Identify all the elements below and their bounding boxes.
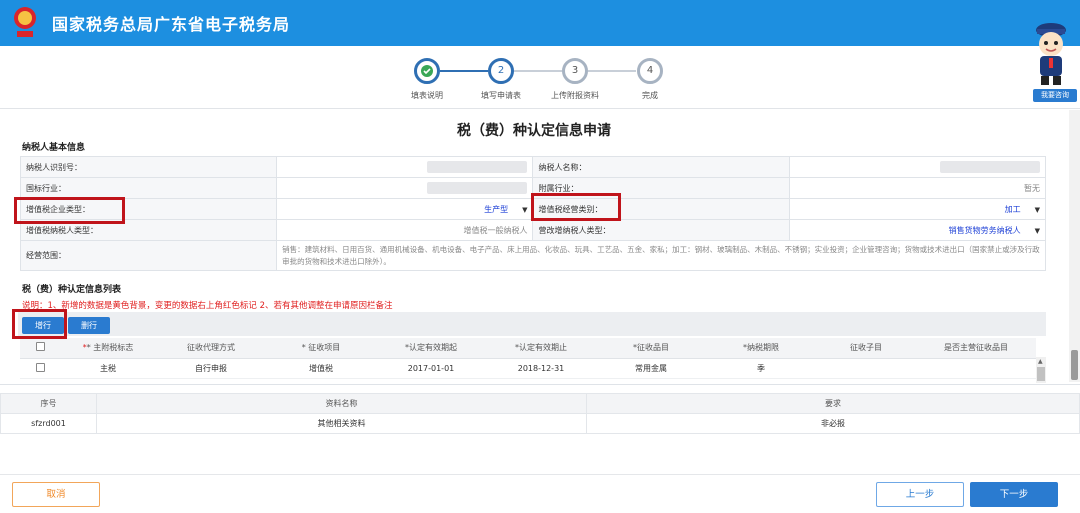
grid-toolbar: 增行 删行 xyxy=(18,312,1046,336)
page-scrollbar[interactable] xyxy=(1069,110,1080,382)
grid-cell[interactable]: 主税 xyxy=(60,358,156,379)
redacted-value xyxy=(940,161,1040,173)
list-section-title: 税（费）种认定信息列表 xyxy=(22,285,122,295)
grid-cell[interactable]: 自行申报 xyxy=(156,358,266,379)
ygz-taxpayer-type-select[interactable]: 销售货物劳务纳税人 ▼ xyxy=(788,219,1047,241)
scope-value: 销售：建筑材料、日用百货、通用机械设备、机电设备、电子产品、床上用品、化妆品、玩… xyxy=(276,240,1046,271)
grid-header: *纳税期限 xyxy=(706,338,816,359)
attachments-cell: 其他相关资料 xyxy=(96,413,587,434)
vat-business-category-select[interactable]: 加工 ▼ xyxy=(788,198,1047,220)
select-all-checkbox[interactable] xyxy=(35,342,45,352)
scroll-up-icon[interactable]: ▲ xyxy=(1038,358,1043,365)
highlight-box xyxy=(531,193,621,221)
redacted-value xyxy=(427,182,528,194)
row-select-cell[interactable] xyxy=(20,358,60,379)
grid-header: ** 主附税标志 xyxy=(60,338,156,359)
taxpayer-name-label: 纳税人名称： xyxy=(532,156,790,178)
table-row[interactable]: 主税 自行申报 增值税 2017-01-01 2018-12-31 常用金属 季 xyxy=(20,358,1036,379)
grid-scrollbar[interactable]: ▲ xyxy=(1036,357,1046,383)
dropdown-arrow-icon[interactable]: ▼ xyxy=(1035,206,1040,214)
ygz-taxpayer-type-value: 销售货物劳务纳税人 xyxy=(948,225,1021,235)
grid-header: 征收子目 xyxy=(816,338,916,359)
ygz-taxpayer-type-label: 营改增纳税人类型： xyxy=(532,219,790,241)
highlight-box xyxy=(12,309,67,339)
industry-label: 国标行业： xyxy=(19,177,278,199)
grid-header: * 征收项目 xyxy=(266,338,376,359)
basic-info-section-title: 纳税人基本信息 xyxy=(22,143,86,153)
grid-cell[interactable]: 季 xyxy=(706,358,816,379)
grid-header: 是否主营征收品目 xyxy=(916,338,1036,359)
top-bar: 国家税务总局广东省电子税务局 xyxy=(0,0,1080,46)
cancel-button[interactable]: 取消 xyxy=(12,482,100,507)
vat-business-category-value: 加工 xyxy=(1004,204,1021,214)
site-title: 国家税务总局广东省电子税务局 xyxy=(52,15,291,34)
sub-industry-value: 暂无 xyxy=(788,177,1047,199)
form-panel: 税（费）种认定信息申请 纳税人基本信息 纳税人识别号： 纳税人名称： 国标行业：… xyxy=(0,110,1068,383)
attachments-table: 序号 资料名称 要求 sfzrd001 其他相关资料 非必报 xyxy=(0,393,1080,434)
grid-header: *认定有效期起 xyxy=(376,338,486,359)
delete-row-button[interactable]: 删行 xyxy=(68,317,110,334)
attachments-header: 要求 xyxy=(586,393,1080,414)
step-1-circle xyxy=(414,58,440,84)
edit-note: 说明：1、新增的数据是黄色背景，变更的数据右上角红色标记 2、若有其他调整在申请… xyxy=(22,301,393,311)
step-1-label: 填表说明 xyxy=(411,91,443,100)
dropdown-arrow-icon[interactable]: ▼ xyxy=(522,206,527,214)
previous-step-button[interactable]: 上一步 xyxy=(876,482,964,507)
attachments-header: 序号 xyxy=(0,393,97,414)
grid-cell[interactable]: 2017-01-01 xyxy=(376,358,486,379)
step-progress: 2 3 4 填表说明 填写申请表 上传附报资料 完成 xyxy=(0,46,1080,108)
redacted-value xyxy=(427,161,528,173)
attachments-cell: sfzrd001 xyxy=(0,413,97,434)
select-all-cell[interactable] xyxy=(20,338,60,359)
attachments-cell: 非必报 xyxy=(586,413,1080,434)
dropdown-arrow-icon[interactable]: ▼ xyxy=(1035,227,1040,235)
vat-enterprise-type-select[interactable]: 生产型 ▼ xyxy=(276,198,534,220)
step-3-circle: 3 xyxy=(562,58,588,84)
police-mascot-icon xyxy=(1036,23,1066,85)
grid-cell[interactable]: 2018-12-31 xyxy=(486,358,596,379)
vat-taxpayer-type-value: 增值税一般纳税人 xyxy=(276,219,534,241)
step-2-label: 填写申请表 xyxy=(481,91,521,100)
step-4-circle: 4 xyxy=(637,58,663,84)
page-scroll-thumb[interactable] xyxy=(1071,350,1078,380)
attachments-header-row: 序号 资料名称 要求 xyxy=(0,393,1080,414)
grid-cell[interactable] xyxy=(816,358,916,379)
step-connector xyxy=(514,70,562,72)
grid-scroll-thumb[interactable] xyxy=(1037,367,1045,381)
step-2-circle: 2 xyxy=(488,58,514,84)
header-divider xyxy=(0,108,1080,109)
row-checkbox[interactable] xyxy=(35,362,45,372)
grid-header: *征收品目 xyxy=(596,338,706,359)
table-row[interactable]: sfzrd001 其他相关资料 非必报 xyxy=(0,413,1080,434)
grid-header: 征收代理方式 xyxy=(156,338,266,359)
consult-button[interactable]: 我要咨询 xyxy=(1033,89,1077,102)
taxpayer-id-label: 纳税人识别号： xyxy=(19,156,278,178)
vat-enterprise-type-value: 生产型 xyxy=(484,204,509,214)
form-title: 税（费）种认定信息申请 xyxy=(457,123,611,139)
attachments-header: 资料名称 xyxy=(96,393,587,414)
step-connector xyxy=(440,70,488,72)
tax-emblem-logo xyxy=(14,7,36,37)
step-3-label: 上传附报资料 xyxy=(551,91,599,100)
industry-value xyxy=(276,177,534,199)
grid-header-text: * 主附税标志 xyxy=(86,343,134,353)
tax-type-grid: ** 主附税标志 征收代理方式 * 征收项目 *认定有效期起 *认定有效期止 *… xyxy=(20,338,1036,379)
grid-cell[interactable] xyxy=(916,358,1036,379)
step-4-label: 完成 xyxy=(642,91,658,100)
grid-header-row: ** 主附税标志 征收代理方式 * 征收项目 *认定有效期起 *认定有效期止 *… xyxy=(20,338,1036,359)
next-step-button[interactable]: 下一步 xyxy=(970,482,1058,507)
grid-cell[interactable]: 常用金属 xyxy=(596,358,706,379)
taxpayer-name-value xyxy=(788,156,1047,178)
scope-label: 经营范围： xyxy=(19,240,278,271)
footer-bar: 取消 上一步 下一步 xyxy=(0,474,1080,513)
highlight-box xyxy=(14,197,125,224)
attachments-panel: 序号 资料名称 要求 sfzrd001 其他相关资料 非必报 xyxy=(0,384,1080,474)
check-icon xyxy=(421,65,433,77)
taxpayer-id-value xyxy=(276,156,534,178)
grid-cell[interactable]: 增值税 xyxy=(266,358,376,379)
step-connector xyxy=(588,70,636,72)
grid-header: *认定有效期止 xyxy=(486,338,596,359)
